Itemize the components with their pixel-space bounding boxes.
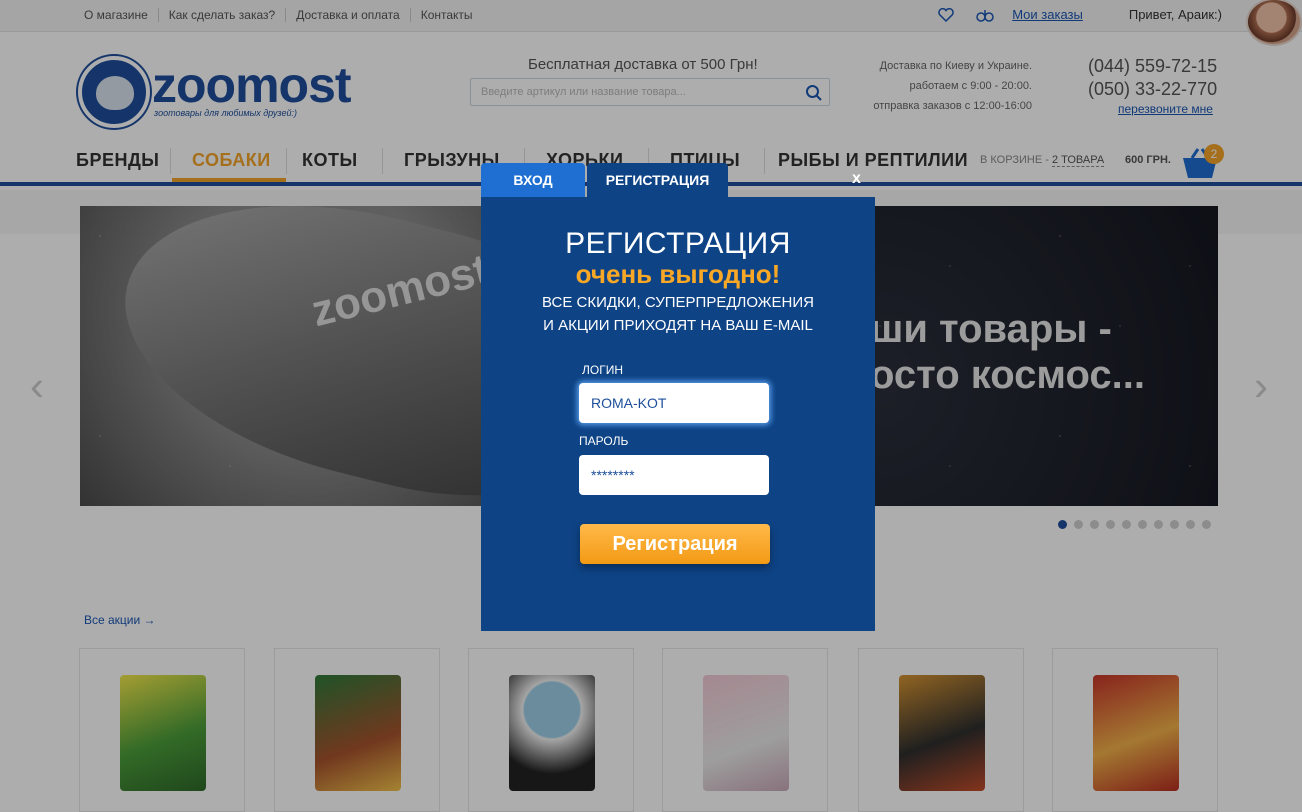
login-field[interactable] (579, 383, 769, 423)
close-icon[interactable]: x (852, 170, 861, 188)
login-label: ЛОГИН (582, 363, 623, 377)
modal-desc-line: И АКЦИИ ПРИХОДЯТ НА ВАШ E-MAIL (543, 317, 813, 334)
tab-register[interactable]: РЕГИСТРАЦИЯ (587, 163, 728, 197)
registration-modal: РЕГИСТРАЦИЯ очень выгодно! ВСЕ СКИДКИ, С… (481, 197, 875, 631)
tab-login[interactable]: ВХОД (481, 163, 585, 197)
modal-desc-line: ВСЕ СКИДКИ, СУПЕРПРЕДЛОЖЕНИЯ (542, 294, 814, 311)
modal-subtitle: очень выгодно! (575, 259, 781, 289)
password-label: ПАРОЛЬ (579, 434, 629, 448)
modal-description: ВСЕ СКИДКИ, СУПЕРПРЕДЛОЖЕНИЯ И АКЦИИ ПРИ… (481, 291, 875, 337)
register-button[interactable]: Регистрация (580, 524, 770, 564)
modal-title: РЕГИСТРАЦИЯ (565, 227, 791, 260)
password-field[interactable] (579, 455, 769, 495)
